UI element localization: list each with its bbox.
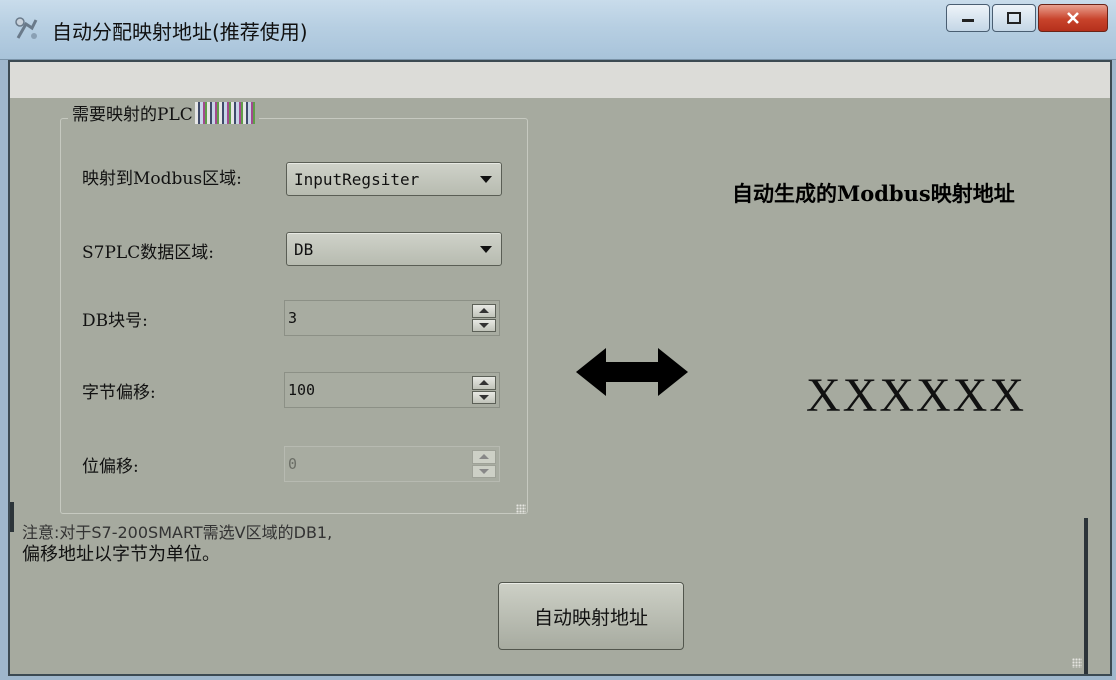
maximize-icon [1007,12,1021,24]
down-arrow-icon [479,322,489,328]
note-line-2: 偏移地址以字节为单位。 [22,544,220,565]
decrement-button[interactable] [472,464,496,478]
down-arrow-icon [479,468,489,474]
down-arrow-icon [479,394,489,400]
bit-offset-label: 位偏移: [82,457,139,477]
up-arrow-icon [479,454,489,460]
s7-area-label: S7PLC数据区域: [82,243,214,263]
db-number-spinner[interactable]: 3 [284,300,500,336]
frame-edge [10,502,14,532]
modbus-area-value: InputRegsiter [294,170,420,189]
result-title: 自动生成的Modbus映射地址 [732,181,1015,206]
minimize-button[interactable] [946,4,990,32]
double-arrow-icon [576,348,688,396]
modbus-area-label: 映射到Modbus区域: [82,169,242,189]
increment-button[interactable] [472,304,496,318]
auto-map-button[interactable]: 自动映射地址 [498,582,684,650]
dropdown-arrow-icon [480,176,492,183]
increment-button[interactable] [472,450,496,464]
result-value: XXXXXX [806,369,1026,422]
byte-offset-value: 100 [288,381,316,399]
window-body: 需要映射的PLC 映射到Modbus区域: InputRegsiter S7PL… [8,60,1112,676]
decrement-button[interactable] [472,390,496,404]
glitch-artifact [194,101,255,124]
dropdown-arrow-icon [480,246,492,253]
resize-grip[interactable] [1072,658,1082,668]
window-title: 自动分配映射地址(推荐使用) [52,20,308,44]
decrement-button[interactable] [472,318,496,332]
menu-strip [10,62,1110,98]
app-icon [15,17,38,39]
db-number-label: DB块号: [82,311,148,331]
s7-area-combo[interactable]: DB [286,232,502,266]
maximize-button[interactable] [992,4,1036,32]
up-arrow-icon [479,380,489,386]
note-text: 注意:对于S7-200SMART需选V区域的DB1, 偏移地址以字节为单位。 [22,522,522,566]
increment-button[interactable] [472,376,496,390]
resize-grip [516,504,526,514]
frame-edge [1084,518,1088,674]
modbus-area-combo[interactable]: InputRegsiter [286,162,502,196]
db-number-value: 3 [288,309,298,327]
group-title: 需要映射的PLC [68,100,259,125]
close-button[interactable] [1038,4,1108,32]
close-icon [1067,12,1079,24]
bit-offset-value: 0 [288,455,298,473]
title-bar: 自动分配映射地址(推荐使用) [0,0,1116,60]
s7-area-value: DB [294,240,314,259]
content-area: 需要映射的PLC 映射到Modbus区域: InputRegsiter S7PL… [10,98,1110,674]
bit-offset-spinner[interactable]: 0 [284,446,500,482]
byte-offset-spinner[interactable]: 100 [284,372,500,408]
minimize-icon [962,19,974,22]
byte-offset-label: 字节偏移: [82,383,156,403]
note-line-1: 注意:对于S7-200SMART需选V区域的DB1, [22,523,333,542]
group-title-text: 需要映射的PLC [72,105,193,125]
up-arrow-icon [479,308,489,314]
